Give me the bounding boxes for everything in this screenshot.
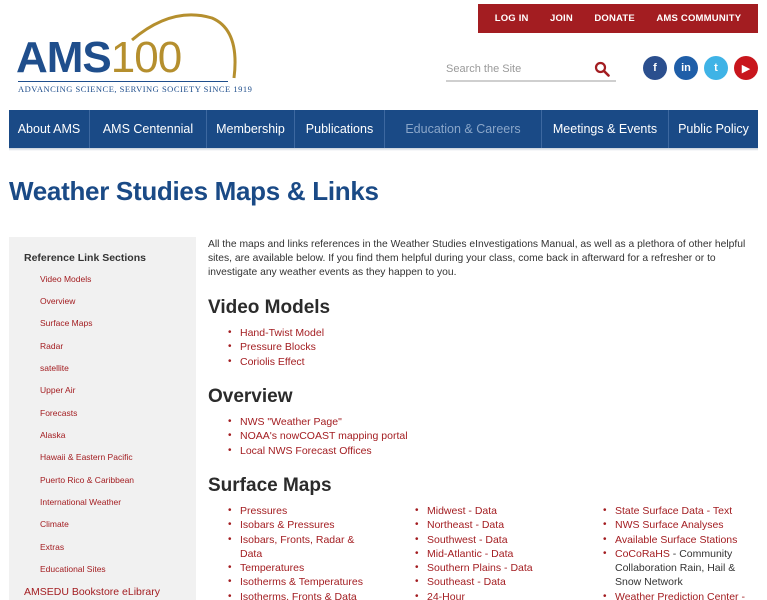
sidebar-item-overview[interactable]: Overview <box>40 296 75 306</box>
section-title-surface-maps: Surface Maps <box>208 475 332 496</box>
sidebar-item-satellite[interactable]: satellite <box>40 363 69 373</box>
community-link[interactable]: AMS COMMUNITY <box>656 13 741 24</box>
list-item[interactable]: Southeast - Data <box>415 575 575 590</box>
surface-maps-list-2: Midwest - Data Northeast - Data Southwes… <box>415 504 575 600</box>
list-item[interactable]: Southwest - Data <box>415 533 575 548</box>
list-item[interactable]: Mid-Atlantic - Data <box>415 547 575 562</box>
sidebar-item-surface-maps[interactable]: Surface Maps <box>40 318 92 328</box>
list-item[interactable]: Midwest - Data <box>415 504 575 519</box>
list-item[interactable]: Weather Prediction Center - <box>603 590 753 600</box>
list-item[interactable]: Northeast - Data <box>415 518 575 533</box>
list-item[interactable]: Pressure Blocks <box>228 340 324 355</box>
list-item[interactable]: Pressures <box>228 504 378 519</box>
sidebar-item-climate[interactable]: Climate <box>40 519 69 529</box>
cocorahs-link[interactable]: CoCoRaHS <box>615 548 670 560</box>
logo-tagline: ADVANCING SCIENCE, SERVING SOCIETY SINCE… <box>18 84 253 94</box>
list-item[interactable]: Local NWS Forecast Offices <box>228 444 408 459</box>
nav-membership[interactable]: Membership <box>207 110 295 148</box>
main-nav: About AMS AMS Centennial Membership Publ… <box>9 110 758 148</box>
linkedin-icon[interactable]: in <box>674 56 698 80</box>
sidebar-item-extras[interactable]: Extras <box>40 542 64 552</box>
list-item[interactable]: 24-Hour <box>415 590 575 600</box>
logo-rule <box>18 81 228 82</box>
section-title-overview: Overview <box>208 386 293 407</box>
list-item[interactable]: NOAA's nowCOAST mapping portal <box>228 429 408 444</box>
list-item[interactable]: Available Surface Stations <box>603 533 753 548</box>
nav-centennial[interactable]: AMS Centennial <box>90 110 207 148</box>
facebook-icon[interactable]: f <box>643 56 667 80</box>
youtube-icon[interactable]: ▶ <box>734 56 758 80</box>
list-item[interactable]: NWS Surface Analyses <box>603 518 753 533</box>
nav-education[interactable]: Education & Careers <box>385 110 542 148</box>
sidebar-item-international[interactable]: International Weather <box>40 497 121 507</box>
video-models-list: Hand-Twist Model Pressure Blocks Corioli… <box>228 326 324 369</box>
list-item[interactable]: Southern Plains - Data <box>415 561 575 576</box>
list-item-continued[interactable]: Data <box>228 547 378 561</box>
list-item[interactable]: Isobars & Pressures <box>228 518 378 533</box>
search-input[interactable] <box>446 58 586 80</box>
sidebar-item-alaska[interactable]: Alaska <box>40 430 66 440</box>
page-title: Weather Studies Maps & Links <box>9 176 379 206</box>
sidebar-item-upper-air[interactable]: Upper Air <box>40 385 75 395</box>
ams-logo[interactable]: AMS100 ADVANCING SCIENCE, SERVING SOCIET… <box>16 8 252 98</box>
sidebar-item-radar[interactable]: Radar <box>40 341 63 351</box>
sidebar-item-educational[interactable]: Educational Sites <box>40 564 106 574</box>
list-item[interactable]: Isotherms & Temperatures <box>228 575 378 590</box>
donate-link[interactable]: DONATE <box>594 13 635 24</box>
login-link[interactable]: LOG IN <box>495 13 529 24</box>
list-item[interactable]: NWS "Weather Page" <box>228 415 408 430</box>
nav-publications[interactable]: Publications <box>295 110 385 148</box>
logo-wordmark: AMS100 <box>16 33 182 82</box>
nav-shadow <box>9 148 758 151</box>
list-item[interactable]: Coriolis Effect <box>228 355 324 370</box>
list-item[interactable]: Isotherms, Fronts & Data <box>228 590 378 600</box>
surface-maps-list-3: State Surface Data - Text NWS Surface An… <box>603 504 753 600</box>
nav-policy[interactable]: Public Policy <box>669 110 758 148</box>
cocorahs-description: - Community <box>669 547 733 560</box>
cocorahs-line-2: Collaboration Rain, Hail & <box>615 562 736 575</box>
sidebar-bookstore-link[interactable]: AMSEDU Bookstore eLibrary <box>24 586 160 598</box>
sidebar-item-forecasts[interactable]: Forecasts <box>40 408 77 418</box>
site-header: AMS100 ADVANCING SCIENCE, SERVING SOCIET… <box>0 0 767 108</box>
join-link[interactable]: JOIN <box>550 13 573 24</box>
overview-list: NWS "Weather Page" NOAA's nowCOAST mappi… <box>228 415 408 458</box>
cocorahs-line-3: Snow Network <box>615 576 683 589</box>
sidebar-item-hawaii[interactable]: Hawaii & Eastern Pacific <box>40 452 133 462</box>
section-title-video-models: Video Models <box>208 297 331 318</box>
nav-meetings[interactable]: Meetings & Events <box>542 110 669 148</box>
sidebar: Reference Link Sections Video Models Ove… <box>9 237 196 600</box>
list-item-cocorahs: CoCoRaHS - Community <box>603 547 753 562</box>
list-item[interactable]: Temperatures <box>228 561 378 576</box>
surface-maps-list-1: Pressures Isobars & Pressures Isobars, F… <box>228 504 378 600</box>
utility-bar: LOG IN JOIN DONATE AMS COMMUNITY <box>478 4 758 33</box>
list-item[interactable]: Isobars, Fronts, Radar & <box>228 533 378 548</box>
list-item[interactable]: State Surface Data - Text <box>603 504 753 519</box>
sidebar-heading: Reference Link Sections <box>24 252 146 264</box>
search-icon[interactable] <box>594 61 610 77</box>
intro-text: All the maps and links references in the… <box>208 239 746 278</box>
nav-about[interactable]: About AMS <box>9 110 90 148</box>
sidebar-item-puerto-rico[interactable]: Puerto Rico & Caribbean <box>40 475 134 485</box>
search-box <box>446 58 616 82</box>
list-item[interactable]: Hand-Twist Model <box>228 326 324 341</box>
sidebar-item-video-models[interactable]: Video Models <box>40 274 91 284</box>
twitter-icon[interactable]: t <box>704 56 728 80</box>
